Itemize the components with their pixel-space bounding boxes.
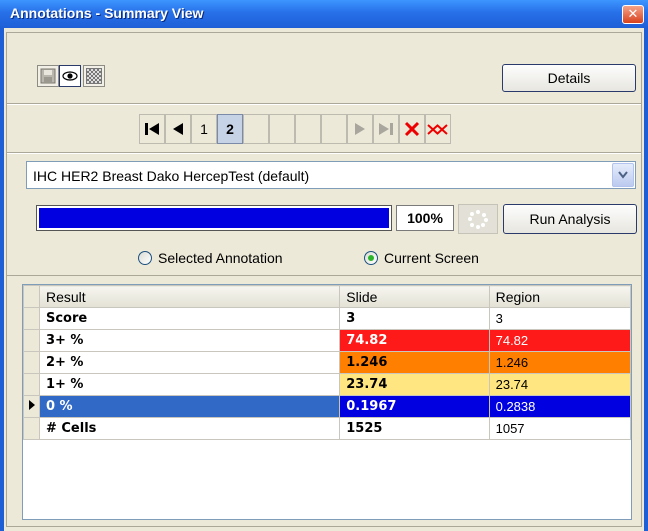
result-cell: 2+ % xyxy=(38,351,341,374)
page-1-button[interactable]: 1 xyxy=(191,114,217,144)
window-frame-right xyxy=(644,28,648,531)
table-row[interactable]: 2+ % 1.246 1.246 xyxy=(23,351,632,374)
slide-value-cell: 1525 xyxy=(339,417,490,440)
save-button[interactable] xyxy=(37,65,59,87)
result-cell: 3+ % xyxy=(38,329,341,352)
progress-fill xyxy=(39,208,389,228)
result-cell: Score xyxy=(38,307,341,330)
pattern-button[interactable] xyxy=(83,65,105,87)
results-table: Result Slide Region Score 3 3 3+ % 74.82 74.8… xyxy=(23,285,632,440)
region-value-cell: 3 xyxy=(488,307,632,330)
corner-cell xyxy=(23,285,40,308)
row-header xyxy=(23,373,40,396)
region-value-cell: 74.82 xyxy=(488,329,632,352)
region-value-cell: 0.2838 xyxy=(488,395,632,418)
result-cell: 1+ % xyxy=(38,373,341,396)
eye-icon xyxy=(62,71,78,81)
summary-view-window: Annotations - Summary View ✕ Details 1 2… xyxy=(0,0,648,531)
algorithm-select[interactable]: IHC HER2 Breast Dako HercepTest (default… xyxy=(26,161,636,189)
page-slot xyxy=(269,114,295,144)
radio-checked-icon xyxy=(364,251,378,265)
algorithm-selected-value: IHC HER2 Breast Dako HercepTest (default… xyxy=(33,168,310,184)
table-row[interactable]: 0 % 0.1967 0.2838 xyxy=(23,395,632,418)
current-row-pointer-icon xyxy=(29,400,35,410)
region-value-cell: 23.74 xyxy=(488,373,632,396)
busy-indicator-icon xyxy=(468,210,488,229)
slide-value-cell: 74.82 xyxy=(339,329,490,352)
first-page-icon xyxy=(145,123,159,135)
grid-pattern-icon xyxy=(86,68,102,84)
view-toggle-button[interactable] xyxy=(59,65,81,87)
dropdown-button[interactable] xyxy=(612,163,634,187)
close-button[interactable]: ✕ xyxy=(622,5,644,24)
divider xyxy=(7,153,641,154)
row-header xyxy=(23,395,40,418)
table-row[interactable]: 1+ % 23.74 23.74 xyxy=(23,373,632,396)
details-button[interactable]: Details xyxy=(502,64,636,92)
row-header xyxy=(23,329,40,352)
previous-page-icon xyxy=(173,123,183,135)
slide-value-cell: 23.74 xyxy=(339,373,490,396)
divider xyxy=(6,275,642,276)
region-value-cell: 1057 xyxy=(488,417,632,440)
run-analysis-button[interactable]: Run Analysis xyxy=(503,204,637,234)
analysis-progress-bar xyxy=(36,205,392,231)
slide-value-cell: 1.246 xyxy=(339,351,490,374)
previous-page-button[interactable] xyxy=(165,114,191,144)
column-header-slide[interactable]: Slide xyxy=(339,285,490,308)
title-bar[interactable]: Annotations - Summary View ✕ xyxy=(0,0,648,28)
row-header xyxy=(23,351,40,374)
region-value-cell: 1.246 xyxy=(488,351,632,374)
page-slot xyxy=(295,114,321,144)
row-header xyxy=(23,307,40,330)
current-screen-radio[interactable]: Current Screen xyxy=(364,250,479,266)
radio-label: Current Screen xyxy=(384,250,479,266)
radio-unchecked-icon xyxy=(138,251,152,265)
header-row: Result Slide Region xyxy=(23,285,632,308)
page-slot xyxy=(321,114,347,144)
table-row[interactable]: Score 3 3 xyxy=(23,307,632,330)
last-page-button[interactable] xyxy=(373,114,399,144)
results-grid[interactable]: Result Slide Region Score 3 3 3+ % 74.82 74.8… xyxy=(22,284,632,520)
column-header-result[interactable]: Result xyxy=(38,285,341,308)
table-row[interactable]: 3+ % 74.82 74.82 xyxy=(23,329,632,352)
window-title: Annotations - Summary View xyxy=(10,5,204,21)
column-header-region[interactable]: Region xyxy=(488,285,632,308)
last-page-icon xyxy=(379,123,393,135)
page-2-button[interactable]: 2 xyxy=(217,114,243,144)
slide-value-cell: 0.1967 xyxy=(339,395,490,418)
page-slot xyxy=(243,114,269,144)
next-page-icon xyxy=(355,123,365,135)
selected-annotation-radio[interactable]: Selected Annotation xyxy=(138,250,283,266)
delete-all-icon xyxy=(427,124,448,135)
delete-annotation-button[interactable] xyxy=(399,114,425,144)
window-frame-left xyxy=(0,28,4,531)
delete-all-annotations-button[interactable] xyxy=(425,114,451,144)
row-header xyxy=(23,417,40,440)
delete-icon xyxy=(404,121,420,137)
spinner-button[interactable] xyxy=(458,204,498,234)
result-cell: 0 % xyxy=(38,395,341,418)
save-icon xyxy=(40,68,56,84)
progress-percent: 100% xyxy=(396,205,454,231)
divider xyxy=(7,104,641,105)
next-page-button[interactable] xyxy=(347,114,373,144)
table-row[interactable]: # Cells 1525 1057 xyxy=(23,417,632,440)
radio-dot xyxy=(368,255,374,261)
radio-label: Selected Annotation xyxy=(158,250,283,266)
first-page-button[interactable] xyxy=(139,114,165,144)
result-cell: # Cells xyxy=(38,417,341,440)
slide-value-cell: 3 xyxy=(339,307,490,330)
chevron-down-icon xyxy=(618,171,628,179)
